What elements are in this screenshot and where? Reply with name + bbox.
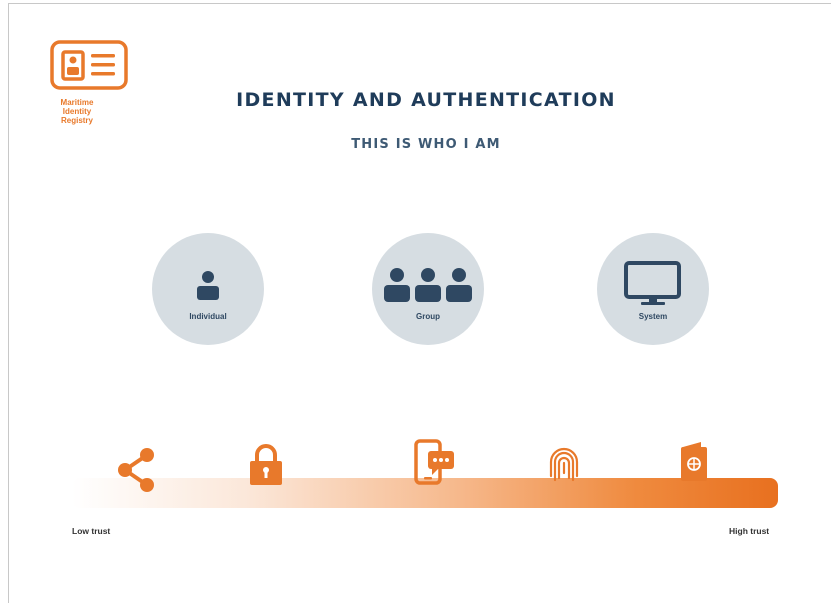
registry-logo — [50, 40, 130, 96]
monitor-icon — [624, 261, 681, 305]
high-trust-label: High trust — [729, 526, 770, 536]
entity-group: Group — [372, 233, 484, 345]
entity-label-system: System — [638, 312, 668, 321]
entity-label-individual: Individual — [189, 312, 227, 321]
fingerprint-icon — [549, 447, 579, 482]
padlock-icon — [250, 444, 282, 485]
page-title: IDENTITY AND AUTHENTICATION — [236, 89, 616, 111]
entity-label-group: Group — [416, 312, 440, 321]
entity-individual: Individual — [152, 233, 264, 345]
group-icon — [384, 268, 472, 302]
share-icon — [118, 448, 154, 492]
entity-system: System — [597, 233, 709, 345]
id-card-icon — [50, 40, 128, 90]
page-subtitle: THIS IS WHO I AM — [351, 137, 501, 152]
mobile-message-icon — [414, 439, 454, 485]
person-icon — [197, 271, 219, 300]
low-trust-label: Low trust — [72, 526, 111, 536]
passport-icon — [681, 442, 707, 481]
